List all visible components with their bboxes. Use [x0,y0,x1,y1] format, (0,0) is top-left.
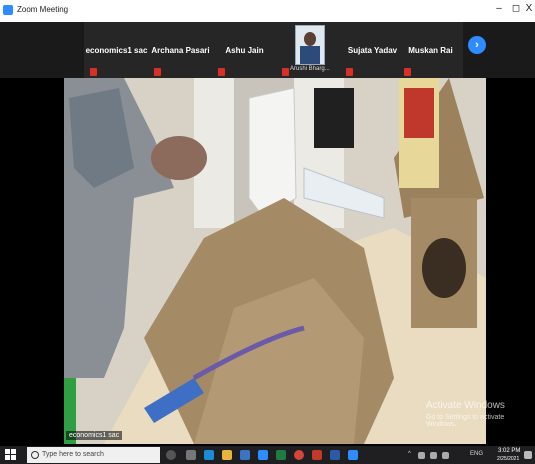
network-icon[interactable] [418,452,425,459]
language-indicator[interactable]: ENG [470,451,483,457]
video-frame [64,78,486,444]
muted-mic-icon [218,68,225,76]
store-icon[interactable] [240,450,250,460]
volume-icon[interactable] [442,452,449,459]
battery-icon[interactable] [430,452,437,459]
close-button[interactable]: X [522,3,535,14]
participant-name: Arushi Bharg... [290,66,330,72]
minimize-button[interactable]: – [492,3,506,14]
participant-photo [295,25,325,65]
clock-time[interactable]: 3:02 PM [498,448,520,454]
chrome-icon[interactable] [294,450,304,460]
mail-icon[interactable] [258,450,268,460]
edge-icon[interactable] [204,450,214,460]
task-view-icon[interactable] [186,450,196,460]
participant-name: economics1 sac [85,46,148,55]
next-participants-button[interactable]: › [468,36,486,54]
muted-mic-icon [154,68,161,76]
zoom-app-icon [3,5,13,15]
zoom-taskbar-icon[interactable] [348,450,358,460]
start-button[interactable] [5,449,16,460]
tray-chevron-icon[interactable]: ^ [408,451,411,457]
muted-mic-icon [90,68,97,76]
participant-name: Muskan Rai [408,46,453,55]
window-title-bar: Zoom Meeting – ◻ X [0,0,535,22]
excel-icon[interactable] [276,450,286,460]
maximize-button[interactable]: ◻ [509,3,523,14]
participant-tile[interactable]: Archana Pasari [148,22,213,78]
participant-tile[interactable]: Sujata Yadav [340,22,405,78]
participant-tile[interactable]: Ashu Jain [212,22,277,78]
taskbar: Type here to search ^ ENG 3:02 PM 2/25/2… [0,446,535,464]
notifications-icon[interactable] [524,451,532,459]
search-icon [31,451,39,459]
participant-name: Ashu Jain [225,46,264,55]
participant-name: Sujata Yadav [347,46,398,55]
active-speaker-label: economics1 sac [66,431,123,440]
participant-tile[interactable]: Arushi Bharg... [276,22,341,78]
participant-strip: economics1 sac Archana Pasari Ashu Jain … [0,22,535,78]
acrobat-icon[interactable] [312,450,322,460]
word-icon[interactable] [330,450,340,460]
clock-date[interactable]: 2/25/2021 [497,456,519,462]
muted-mic-icon [346,68,353,76]
participant-tile[interactable]: Muskan Rai [398,22,463,78]
active-speaker-video: economics1 sac [64,78,486,444]
participant-name: Archana Pasari [151,46,210,55]
activation-watermark-text: Go to Settings to activate Windows. [426,414,505,428]
file-explorer-icon[interactable] [222,450,232,460]
participant-tile[interactable]: economics1 sac [84,22,149,78]
search-placeholder: Type here to search [42,451,104,458]
cortana-icon[interactable] [166,450,176,460]
muted-mic-icon [282,68,289,76]
window-title: Zoom Meeting [17,5,69,14]
activation-watermark-title: Activate Windows [426,400,505,411]
muted-mic-icon [404,68,411,76]
taskbar-search-box[interactable]: Type here to search [27,447,160,463]
